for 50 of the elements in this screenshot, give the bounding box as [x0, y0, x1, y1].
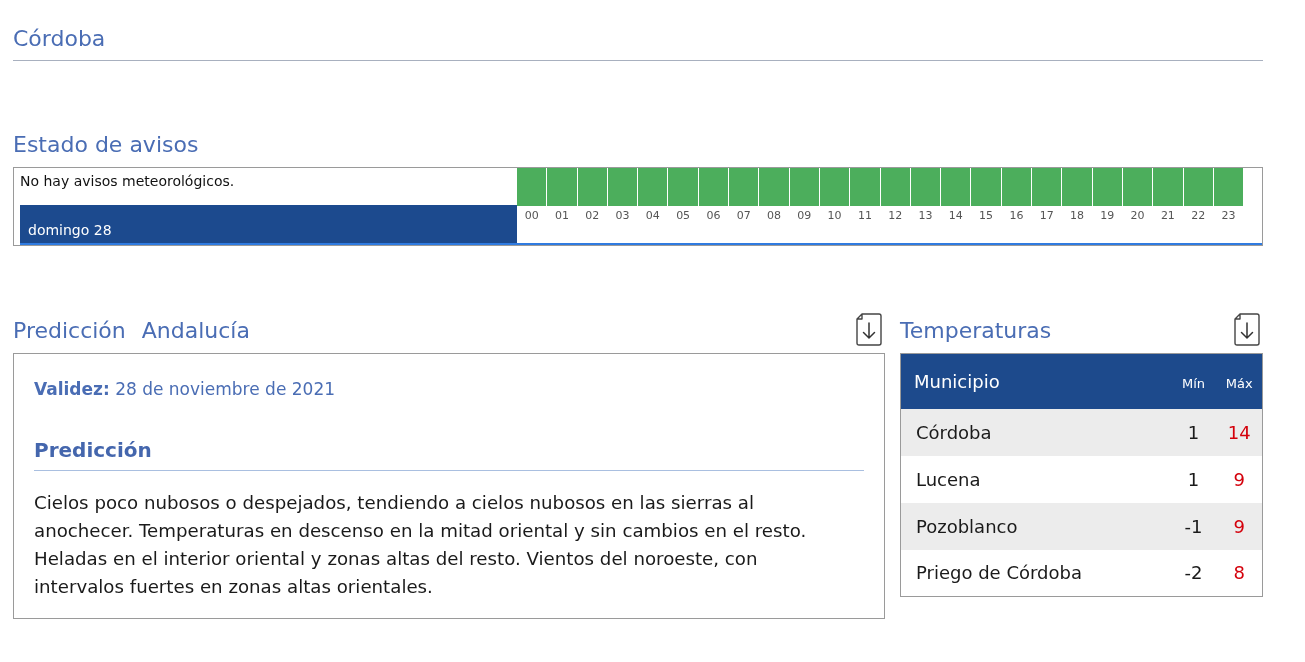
hour-label: 13 — [917, 208, 934, 223]
hour-label: 00 — [523, 208, 540, 223]
hour-label: 14 — [947, 208, 964, 223]
column-header: Municipio — [900, 353, 1171, 409]
hour-label: 04 — [644, 208, 661, 223]
hour-label: 20 — [1129, 208, 1146, 223]
forecast-text: Cielos poco nubosos o despejados, tendiendo a cielos nubosos en las sierras al anochecer. Temperaturas en descenso en la mitad oriental y sin cambios en el resto. Heladas en el interior oriental y zonas altas del resto. Vientos del noroeste, con intervalos fuertes en zonas altas orientales. — [34, 491, 808, 599]
hour-label: 01 — [553, 208, 570, 223]
hour-label: 16 — [1008, 208, 1025, 223]
forecast-subtitle: Predicción — [34, 436, 864, 471]
page-title: Córdoba — [13, 24, 1263, 61]
file-download-icon[interactable] — [1234, 313, 1260, 346]
hour-label: 12 — [887, 208, 904, 223]
hour-label: 09 — [796, 208, 813, 223]
region-name: Andalucía — [141, 317, 250, 345]
warning-message: No hay avisos meteorológicos. — [20, 172, 236, 191]
hour-label: 18 — [1069, 208, 1085, 223]
section-title: Temperaturas — [900, 317, 1052, 345]
hour-label: 19 — [1099, 208, 1116, 223]
column-header: Máx — [1216, 353, 1263, 409]
section-title: Predicción — [13, 317, 126, 345]
day-bar: domingo 28 — [20, 205, 517, 243]
municipality-cell: Priego de Córdoba — [900, 549, 1171, 597]
hour-label: 21 — [1159, 208, 1176, 223]
municipality-cell: Lucena — [900, 455, 1171, 503]
hour-label: 11 — [856, 208, 873, 223]
min-temp-cell: -2 — [1170, 549, 1217, 597]
section-title: Estado de avisos — [13, 131, 200, 159]
hour-label: 08 — [766, 208, 782, 223]
hour-label: 03 — [614, 208, 631, 223]
hour-label: 02 — [584, 208, 601, 223]
file-download-icon[interactable] — [856, 313, 882, 346]
max-temp-cell: 9 — [1216, 455, 1263, 503]
validity-text: Validez: 28 de noviembre de 2021 — [34, 378, 336, 401]
hour-label: 05 — [675, 208, 692, 223]
hour-label: 07 — [735, 208, 752, 223]
hour-label: 23 — [1220, 208, 1237, 223]
hour-label: 10 — [826, 208, 843, 223]
max-temp-cell: 8 — [1216, 549, 1263, 597]
hour-label: 17 — [1038, 208, 1055, 223]
max-temp-cell: 14 — [1216, 408, 1263, 456]
max-temp-cell: 9 — [1216, 502, 1263, 550]
hour-label: 22 — [1190, 208, 1207, 223]
column-header: Mín — [1170, 353, 1217, 409]
municipality-cell: Córdoba — [900, 408, 1171, 456]
min-temp-cell: 1 — [1170, 408, 1217, 456]
min-temp-cell: -1 — [1170, 502, 1217, 550]
municipality-cell: Pozoblanco — [900, 502, 1171, 550]
hour-label: 06 — [705, 208, 722, 223]
hour-label: 15 — [978, 208, 995, 223]
